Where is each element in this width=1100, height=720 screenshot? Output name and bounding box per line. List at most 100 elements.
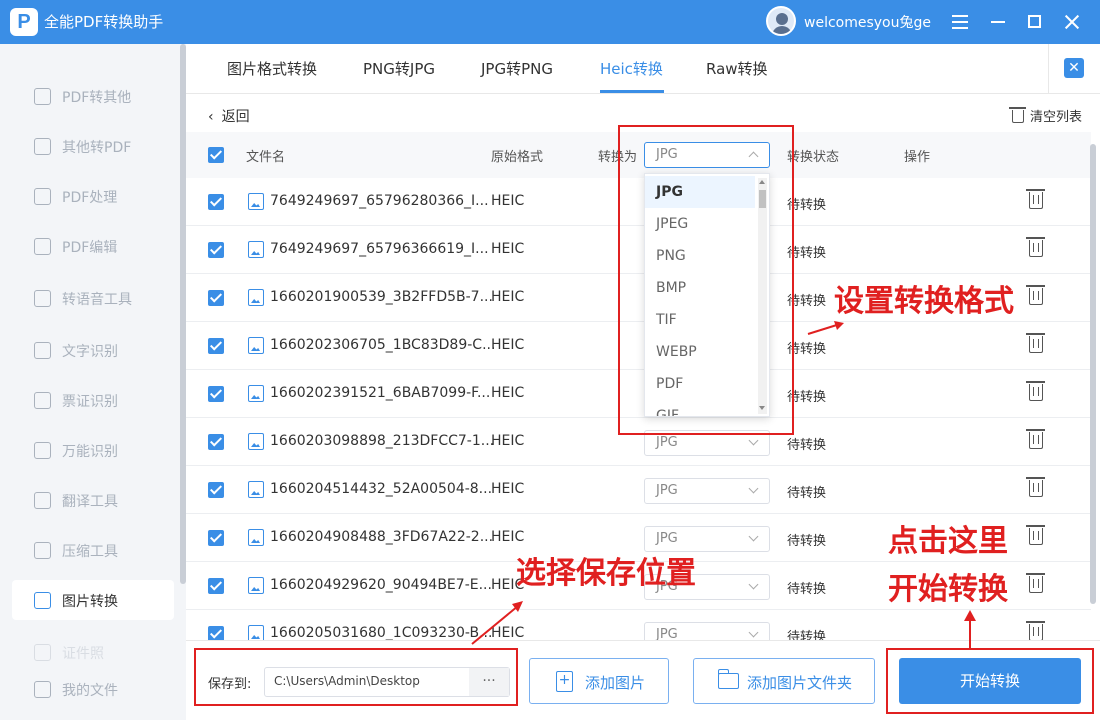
source-format: HEIC	[491, 241, 525, 257]
tab-jpg-to-png[interactable]: JPG转PNG	[481, 58, 553, 79]
tab-bar: 图片格式转换 PNG转JPG JPG转PNG Heic转换 Raw转换 ✕	[186, 44, 1100, 94]
pdf-process-icon	[34, 188, 51, 205]
target-format-select[interactable]: JPG	[644, 478, 770, 504]
user-name[interactable]: welcomesyou兔ge	[804, 12, 931, 32]
source-format: HEIC	[491, 433, 525, 449]
sidebar-item-4[interactable]: 转语音工具	[12, 278, 174, 318]
tab-image-format[interactable]: 图片格式转换	[227, 58, 317, 79]
sidebar-item-label: 我的文件	[62, 683, 118, 699]
source-format: HEIC	[491, 529, 525, 545]
format-highlight-box	[618, 125, 794, 435]
user-avatar[interactable]	[766, 6, 796, 36]
delete-icon[interactable]	[1026, 477, 1045, 497]
chevron-down-icon	[748, 627, 759, 638]
sidebar-item-12[interactable]: 我的文件	[12, 669, 174, 709]
image-file-icon	[248, 241, 264, 258]
close-window-icon[interactable]	[1060, 10, 1084, 34]
back-link[interactable]: ‹ 返回	[208, 106, 250, 126]
tab-heic-convert[interactable]: Heic转换	[600, 58, 663, 79]
row-checkbox[interactable]	[208, 386, 224, 402]
image-file-icon	[248, 625, 264, 640]
row-checkbox[interactable]	[208, 530, 224, 546]
file-name: 1660204514432_52A00504-8...	[270, 481, 493, 497]
target-format-value: JPG	[656, 627, 678, 640]
arrow-to-format	[807, 321, 844, 335]
target-format-value: JPG	[656, 531, 678, 546]
clear-list-button[interactable]: 清空列表	[1008, 106, 1082, 125]
maximize-icon[interactable]	[1023, 10, 1047, 34]
pdf-export-icon	[34, 88, 51, 105]
table-row: 1660205031680_1C093230-B... HEIC JPG 待转换	[186, 610, 1091, 640]
row-checkbox[interactable]	[208, 338, 224, 354]
sidebar-item-7[interactable]: 万能识别	[12, 430, 174, 470]
row-checkbox[interactable]	[208, 242, 224, 258]
translate-icon	[34, 492, 51, 509]
row-checkbox[interactable]	[208, 482, 224, 498]
delete-icon[interactable]	[1026, 573, 1045, 593]
chevron-down-icon	[748, 579, 759, 590]
ticket-icon	[34, 392, 51, 409]
delete-icon[interactable]	[1026, 621, 1045, 640]
audio-icon	[34, 290, 51, 307]
delete-icon[interactable]	[1026, 189, 1045, 209]
annotation-start-convert: 开始转换	[888, 572, 1008, 607]
target-format-value: JPG	[656, 483, 678, 498]
sidebar-item-label: 票证识别	[62, 394, 118, 410]
sidebar-item-8[interactable]: 翻译工具	[12, 480, 174, 520]
image-file-icon	[248, 385, 264, 402]
add-image-button[interactable]: + 添加图片	[529, 658, 669, 704]
annotation-click-here: 点击这里	[888, 524, 1008, 559]
select-all-checkbox[interactable]	[208, 147, 224, 163]
sidebar-item-5[interactable]: 文字识别	[12, 330, 174, 370]
start-button-highlight-box	[886, 648, 1094, 714]
image-file-icon	[248, 193, 264, 210]
delete-icon[interactable]	[1026, 285, 1045, 305]
image-file-icon	[248, 529, 264, 546]
add-image-label: 添加图片	[585, 674, 646, 692]
row-checkbox[interactable]	[208, 194, 224, 210]
target-format-select[interactable]: JPG	[644, 622, 770, 640]
delete-icon[interactable]	[1026, 381, 1045, 401]
header-filename: 文件名	[246, 150, 286, 165]
row-checkbox[interactable]	[208, 434, 224, 450]
sidebar-item-label: 万能识别	[62, 444, 118, 460]
minimize-icon[interactable]	[986, 10, 1010, 34]
tab-separator	[1048, 44, 1049, 94]
sidebar-item-label: 翻译工具	[62, 494, 118, 510]
table-row: 1660204514432_52A00504-8... HEIC JPG 待转换	[186, 466, 1091, 514]
sidebar-item-11[interactable]: 证件照	[12, 632, 174, 672]
sidebar-item-0[interactable]: PDF转其他	[12, 76, 174, 116]
sidebar-item-3[interactable]: PDF编辑	[12, 226, 174, 266]
row-checkbox[interactable]	[208, 578, 224, 594]
add-folder-button[interactable]: 添加图片文件夹	[693, 658, 875, 704]
menu-icon[interactable]	[948, 10, 972, 34]
arrow-to-save-location	[471, 601, 523, 645]
sidebar-item-label: 文字识别	[62, 344, 118, 360]
sidebar-item-label: PDF编辑	[62, 240, 118, 256]
add-folder-label: 添加图片文件夹	[747, 674, 853, 692]
source-format: HEIC	[491, 289, 525, 305]
pdf-edit-icon	[34, 238, 51, 255]
sidebar-item-2[interactable]: PDF处理	[12, 176, 174, 216]
delete-icon[interactable]	[1026, 333, 1045, 353]
table-scrollbar[interactable]	[1090, 144, 1096, 604]
sidebar-item-9[interactable]: 压缩工具	[12, 530, 174, 570]
sidebar-item-label: 转语音工具	[62, 292, 132, 308]
delete-icon[interactable]	[1026, 525, 1045, 545]
tab-raw-convert[interactable]: Raw转换	[706, 58, 768, 79]
close-panel-icon[interactable]: ✕	[1064, 58, 1084, 78]
sidebar-item-1[interactable]: 其他转PDF	[12, 126, 174, 166]
image-file-icon	[248, 289, 264, 306]
file-name: 1660204908488_3FD67A22-2...	[270, 529, 494, 545]
tab-png-to-jpg[interactable]: PNG转JPG	[363, 58, 435, 79]
sidebar-item-6[interactable]: 票证识别	[12, 380, 174, 420]
row-checkbox[interactable]	[208, 626, 224, 640]
row-checkbox[interactable]	[208, 290, 224, 306]
delete-icon[interactable]	[1026, 429, 1045, 449]
compress-icon	[34, 542, 51, 559]
image-file-icon	[248, 433, 264, 450]
sidebar-item-10[interactable]: 图片转换	[12, 580, 174, 620]
delete-icon[interactable]	[1026, 237, 1045, 257]
convert-status: 待转换	[787, 630, 827, 640]
sidebar-item-label: PDF处理	[62, 190, 118, 206]
